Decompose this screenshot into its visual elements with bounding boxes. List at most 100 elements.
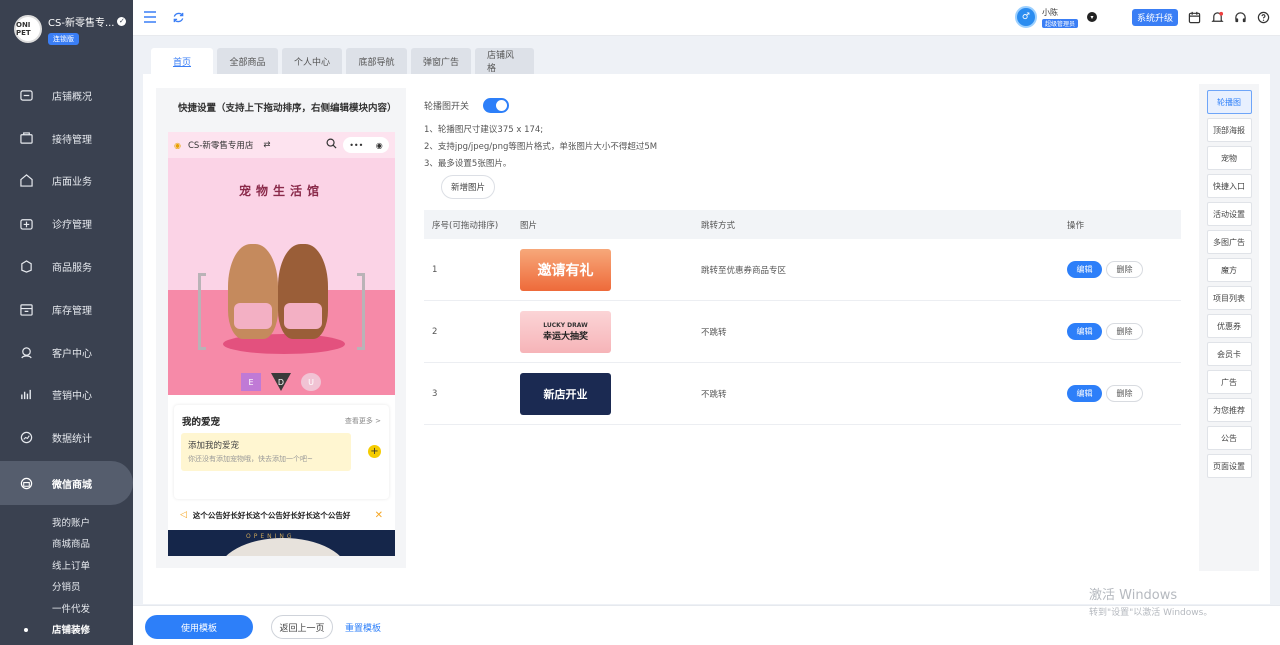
thumbnail-lucky-text: LUCKY DRAW xyxy=(543,321,588,329)
delete-button[interactable]: 删除 xyxy=(1106,385,1143,402)
notice-text: 这个公告好长好长这个公告好长好长这个公告好 xyxy=(192,510,351,520)
module-pet[interactable]: 宠物 xyxy=(1206,146,1252,170)
table-row[interactable]: 3 新店开业 不跳转 编辑 删除 xyxy=(424,363,1181,425)
sidebar-item-marketing[interactable]: 营销中心 xyxy=(0,374,133,417)
speaker-icon: ◁ xyxy=(180,510,187,520)
sidebar-subitem-store-decoration[interactable]: 店铺装修 xyxy=(0,619,133,641)
sidebar-item-store-business[interactable]: 店面业务 xyxy=(0,160,133,203)
carousel-toggle[interactable] xyxy=(483,98,510,113)
add-image-button[interactable]: 新增图片 xyxy=(441,175,495,199)
sidebar-item-inventory[interactable]: 库存管理 xyxy=(0,288,133,331)
sidebar-nav: 店铺概况 接待管理 店面业务 诊疗管理 商品服务 库存管理 客户中心 营销中心 xyxy=(0,74,133,506)
sidebar-subitem-online-orders[interactable]: 线上订单 xyxy=(0,554,133,576)
chevron-down-icon: ✓ xyxy=(117,16,127,26)
module-ad[interactable]: 广告 xyxy=(1206,370,1252,394)
add-pet-title: 添加我的爱宠 xyxy=(188,441,240,451)
banner-carousel-preview[interactable]: 宠物生活馆 E D U xyxy=(168,158,395,395)
module-multi-image-ad[interactable]: 多图广告 xyxy=(1206,230,1252,254)
module-page-settings[interactable]: 页面设置 xyxy=(1206,454,1252,478)
carousel-switch-row: 轮播图开关 xyxy=(424,98,510,113)
wechat-mall-icon xyxy=(19,476,33,490)
delete-button[interactable]: 删除 xyxy=(1106,261,1143,278)
bell-icon[interactable] xyxy=(1210,10,1224,24)
tab-home[interactable]: 首页 xyxy=(151,48,213,74)
chevron-down-icon[interactable]: ▾ xyxy=(1086,12,1097,22)
more-icon: ••• xyxy=(349,140,364,150)
sidebar-subitem-dropship[interactable]: 一件代发 xyxy=(0,597,133,619)
sidebar-item-label: 商品服务 xyxy=(52,263,92,275)
row-thumbnail: 邀请有礼 xyxy=(520,248,611,291)
sidebar-item-medical[interactable]: 诊疗管理 xyxy=(0,202,133,245)
tip-line: 2、支持jpg/jpeg/png等图片格式，单张图片大小不得超过5M xyxy=(424,142,658,152)
sidebar-subitem-distributor[interactable]: 分销员 xyxy=(0,576,133,598)
sidebar-item-wechat-mall[interactable]: 微信商城 xyxy=(0,461,133,506)
add-pet-plus-icon[interactable]: + xyxy=(368,445,381,458)
reset-template-link[interactable]: 重置模板 xyxy=(345,621,381,634)
tip-line: 3、最多设置5张图片。 xyxy=(424,159,512,169)
sidebar-subitem-mall-goods[interactable]: 商城商品 xyxy=(0,533,133,555)
my-pet-card[interactable]: 我的爱宠 查看更多 > 添加我的爱宠 你还没有添加宠物哦，快去添加一个吧~ + xyxy=(174,405,389,499)
tab-store-style[interactable]: 店铺风格 xyxy=(475,48,534,74)
module-notice[interactable]: 公告 xyxy=(1206,426,1252,450)
headset-icon[interactable] xyxy=(1233,10,1247,24)
sidebar-item-goods[interactable]: 商品服务 xyxy=(0,245,133,288)
module-top-poster[interactable]: 顶部海报 xyxy=(1206,118,1252,142)
tab-personal-center[interactable]: 个人中心 xyxy=(282,48,342,74)
edit-button[interactable]: 编辑 xyxy=(1067,261,1102,278)
header-image: 图片 xyxy=(520,220,538,231)
add-pet-box[interactable]: 添加我的爱宠 你还没有添加宠物哦，快去添加一个吧~ xyxy=(181,433,351,471)
preview-store-name: CS-新零售专用店 xyxy=(187,141,254,151)
module-quick-entry[interactable]: 快捷入口 xyxy=(1206,174,1252,198)
tab-popup-ad[interactable]: 弹窗广告 xyxy=(411,48,471,74)
top-bar: ♂ 小陈 超级管理员 ▾ 系统升级 xyxy=(133,0,1280,36)
sidebar-item-label: 数据统计 xyxy=(52,434,92,446)
swap-icon: ⇄ xyxy=(263,140,271,150)
menu-toggle-icon[interactable] xyxy=(143,10,157,24)
back-button[interactable]: 返回上一页 xyxy=(271,615,333,639)
indicator-e[interactable]: E xyxy=(241,373,261,391)
module-carousel[interactable]: 轮播图 xyxy=(1206,90,1252,114)
sidebar-subitem-my-account[interactable]: 我的账户 xyxy=(0,511,133,533)
indicator-d[interactable]: D xyxy=(271,373,291,391)
sidebar-item-stats[interactable]: 数据统计 xyxy=(0,416,133,459)
preview-title: 快捷设置（支持上下拖动排序，右侧编辑模块内容） xyxy=(178,103,397,114)
module-activity[interactable]: 活动设置 xyxy=(1206,202,1252,226)
indicator-u[interactable]: U xyxy=(301,373,321,391)
edit-button[interactable]: 编辑 xyxy=(1067,385,1102,402)
notice-bar[interactable]: ◁ 这个公告好长好长这个公告好长好长这个公告好 ✕ xyxy=(174,505,389,525)
view-more-link[interactable]: 查看更多 > xyxy=(345,416,381,426)
use-template-button[interactable]: 使用模板 xyxy=(145,615,253,639)
module-coupon[interactable]: 优惠券 xyxy=(1206,314,1252,338)
module-recommend[interactable]: 为您推荐 xyxy=(1206,398,1252,422)
sidebar-item-label: 营销中心 xyxy=(52,391,92,403)
table-row[interactable]: 2 LUCKY DRAW 幸运大抽奖 不跳转 编辑 删除 xyxy=(424,301,1181,363)
sidebar-item-reception[interactable]: 接待管理 xyxy=(0,117,133,160)
close-icon[interactable]: ✕ xyxy=(375,510,383,521)
shop-icon xyxy=(19,88,33,102)
row-jump: 不跳转 xyxy=(701,327,727,338)
tab-all-goods[interactable]: 全部商品 xyxy=(217,48,278,74)
module-project-list[interactable]: 项目列表 xyxy=(1206,286,1252,310)
help-icon[interactable] xyxy=(1256,10,1270,24)
row-index: 1 xyxy=(432,264,438,275)
mini-program-capsule: ••• ◉ xyxy=(343,137,389,153)
refresh-icon[interactable] xyxy=(171,10,185,24)
header-jump: 跳转方式 xyxy=(701,220,736,231)
sidebar-item-label: 客户中心 xyxy=(52,348,92,360)
sidebar-item-shop-overview[interactable]: 店铺概况 xyxy=(0,74,133,117)
module-member-card[interactable]: 会员卡 xyxy=(1206,342,1252,366)
calendar-icon[interactable] xyxy=(1187,10,1201,24)
store-selector[interactable]: CS-新零售专... ✓ xyxy=(48,14,127,29)
system-upgrade-button[interactable]: 系统升级 xyxy=(1131,8,1178,26)
delete-button[interactable]: 删除 xyxy=(1106,323,1143,340)
tab-bottom-nav[interactable]: 底部导航 xyxy=(346,48,407,74)
watermark-title: 激活 Windows xyxy=(1089,588,1178,603)
edit-button[interactable]: 编辑 xyxy=(1067,323,1102,340)
user-role-badge: 超级管理员 xyxy=(1041,18,1078,28)
table-row[interactable]: 1 邀请有礼 跳转至优惠券商品专区 编辑 删除 xyxy=(424,239,1181,301)
sidebar-item-customer[interactable]: 客户中心 xyxy=(0,331,133,374)
inventory-icon xyxy=(19,302,33,316)
goods-icon xyxy=(19,260,33,274)
module-magic-cube[interactable]: 魔方 xyxy=(1206,258,1252,282)
avatar[interactable]: ♂ xyxy=(1014,6,1037,28)
